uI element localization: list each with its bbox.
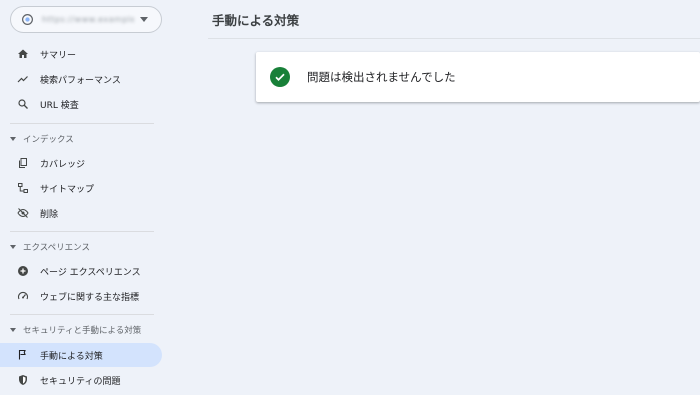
section-label: インデックス <box>23 135 74 145</box>
sidebar-item-label: 手動による対策 <box>40 351 103 362</box>
sidebar-item-page-experience[interactable]: ページ エクスペリエンス <box>0 259 162 283</box>
sidebar-item-manual-actions[interactable]: 手動による対策 <box>0 343 162 367</box>
home-icon <box>16 47 30 61</box>
flag-icon <box>16 348 30 362</box>
sidebar: https://www.example.com/ サマリー 検索パフォーマンス … <box>0 0 170 395</box>
divider <box>208 38 700 39</box>
sidebar-item-removals[interactable]: 削除 <box>0 201 162 225</box>
sidebar-item-summary[interactable]: サマリー <box>0 42 162 66</box>
chevron-down-icon[interactable] <box>140 17 148 22</box>
section-security[interactable]: セキュリティと手動による対策 <box>0 320 170 340</box>
sidebar-item-label: ウェブに関する主な指標 <box>40 292 140 303</box>
sidebar-item-label: サマリー <box>40 50 77 61</box>
divider <box>10 231 154 232</box>
page-title: 手動による対策 <box>212 13 300 28</box>
speed-icon <box>16 289 30 303</box>
search-icon <box>16 97 30 111</box>
status-card: 問題は検出されませんでした <box>256 52 700 102</box>
plus-circle-icon <box>16 264 30 278</box>
sidebar-item-url-inspection[interactable]: URL 検査 <box>0 92 162 116</box>
globe-icon <box>19 12 35 28</box>
section-index[interactable]: インデックス <box>0 129 170 149</box>
sidebar-item-security-issues[interactable]: セキュリティの問題 <box>0 368 162 392</box>
sidebar-item-label: カバレッジ <box>40 159 86 170</box>
visibility-off-icon <box>16 206 30 220</box>
section-label: エクスペリエンス <box>23 243 90 253</box>
property-selector[interactable]: https://www.example.com/ <box>10 6 162 33</box>
section-experience[interactable]: エクスペリエンス <box>0 237 170 257</box>
property-url: https://www.example.com/ <box>42 15 134 24</box>
sidebar-item-label: 削除 <box>40 209 59 220</box>
sidebar-item-label: サイトマップ <box>40 184 95 195</box>
sidebar-item-label: 検索パフォーマンス <box>40 75 121 86</box>
sidebar-item-label: セキュリティの問題 <box>40 376 121 387</box>
sidebar-item-sitemaps[interactable]: サイトマップ <box>0 176 162 200</box>
sidebar-item-core-web-vitals[interactable]: ウェブに関する主な指標 <box>0 284 162 308</box>
divider <box>10 123 154 124</box>
sidebar-item-performance[interactable]: 検索パフォーマンス <box>0 67 162 91</box>
sitemap-icon <box>16 181 30 195</box>
sidebar-item-label: URL 検査 <box>40 100 79 111</box>
copy-icon <box>16 156 30 170</box>
caret-down-icon <box>10 137 16 141</box>
status-message: 問題は検出されませんでした <box>307 70 456 84</box>
section-label: セキュリティと手動による対策 <box>23 326 142 336</box>
caret-down-icon <box>10 328 16 332</box>
divider <box>10 314 154 315</box>
trending-up-icon <box>16 72 30 86</box>
caret-down-icon <box>10 245 16 249</box>
check-circle-icon <box>270 67 290 87</box>
sidebar-item-coverage[interactable]: カバレッジ <box>0 151 162 175</box>
shield-icon <box>16 373 30 387</box>
sidebar-item-label: ページ エクスペリエンス <box>40 267 141 278</box>
